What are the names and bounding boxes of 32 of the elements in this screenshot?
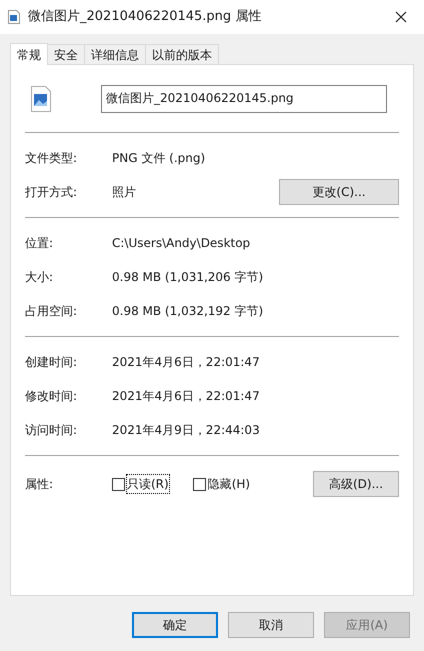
change-button[interactable]: 更改(C)... bbox=[279, 179, 399, 205]
checkbox[interactable]: 隐藏(H) bbox=[192, 475, 250, 493]
field-value: C:\Users\Andy\Desktop bbox=[112, 235, 252, 252]
dialog-button[interactable]: 确定 bbox=[132, 612, 218, 638]
checkbox[interactable]: 只读(R) bbox=[112, 475, 169, 493]
dialog-button[interactable]: 取消 bbox=[228, 612, 314, 638]
field-value: 0.98 MB (1,032,192 字节) bbox=[112, 303, 264, 320]
field-value: 照片 bbox=[112, 184, 137, 201]
close-icon bbox=[395, 11, 407, 23]
advanced-button[interactable]: 高级(D)... bbox=[313, 471, 399, 497]
field-label: 创建时间: bbox=[25, 354, 78, 371]
field-label: 文件类型: bbox=[25, 150, 78, 167]
tab[interactable]: 以前的版本 bbox=[146, 44, 219, 64]
tab[interactable]: 常规 bbox=[10, 43, 48, 65]
field-label: 位置: bbox=[25, 235, 54, 252]
field-value: 2021年4月9日，22:44:03 bbox=[112, 422, 261, 439]
field-label: 打开方式: bbox=[25, 184, 78, 201]
field-label: 大小: bbox=[25, 269, 54, 286]
field-value: PNG 文件 (.png) bbox=[112, 150, 206, 167]
field-label: 访问时间: bbox=[25, 422, 78, 439]
field-label: 修改时间: bbox=[25, 388, 78, 405]
image-file-icon bbox=[8, 10, 20, 24]
field-value: 0.98 MB (1,031,206 字节) bbox=[112, 269, 264, 286]
field-value: 2021年4月6日，22:01:47 bbox=[112, 388, 261, 405]
window-title: 微信图片_20210406220145.png 属性 bbox=[28, 8, 262, 26]
field-value: 2021年4月6日，22:01:47 bbox=[112, 354, 261, 371]
field-label: 属性: bbox=[25, 476, 54, 493]
file-name-field[interactable]: 微信图片_20210406220145.png bbox=[101, 84, 387, 112]
tab[interactable]: 安全 bbox=[48, 44, 85, 64]
image-file-icon bbox=[31, 86, 51, 112]
field-label: 占用空间: bbox=[25, 303, 78, 320]
tab[interactable]: 详细信息 bbox=[85, 44, 146, 64]
